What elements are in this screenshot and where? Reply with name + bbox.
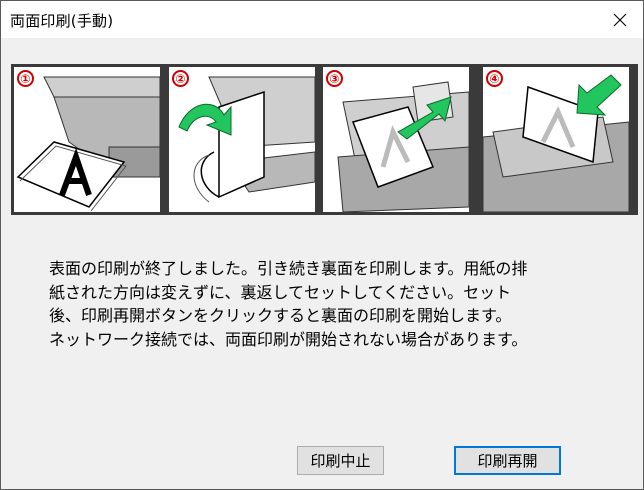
close-button[interactable] (597, 1, 643, 38)
step-2-panel: ② (169, 67, 315, 212)
step-4-illustration (483, 74, 629, 212)
step-3-panel: ③ (323, 67, 469, 212)
resume-print-button[interactable]: 印刷再開 (454, 446, 561, 475)
step-number-badge: ③ (326, 70, 343, 87)
instruction-message: 表面の印刷が終了しました。引き続き裏面を印刷します。用紙の排 紙された方向は変え… (49, 259, 528, 349)
step-4-panel: ④ (483, 67, 629, 212)
dialog-window: 両面印刷(手動) ① ② ③ ④ 表面の印刷が終了しました。引き続き裏面を印刷し… (0, 0, 644, 490)
window-title: 両面印刷(手動) (10, 12, 114, 30)
title-bar: 両面印刷(手動) (1, 1, 643, 38)
close-icon (613, 13, 627, 26)
dialog-body: ① ② ③ ④ 表面の印刷が終了しました。引き続き裏面を印刷します。用紙の排 紙… (1, 38, 643, 489)
cancel-print-button[interactable]: 印刷中止 (297, 446, 384, 475)
step-number-badge: ① (17, 70, 34, 87)
step-1-panel: ① (14, 67, 160, 212)
instruction-illustration-strip: ① ② ③ ④ (11, 64, 638, 215)
step-number-badge: ④ (486, 70, 503, 87)
step-3-illustration (337, 81, 469, 212)
step-number-badge: ② (172, 70, 189, 87)
step-2-illustration (178, 76, 315, 203)
step-1-illustration (16, 76, 160, 212)
